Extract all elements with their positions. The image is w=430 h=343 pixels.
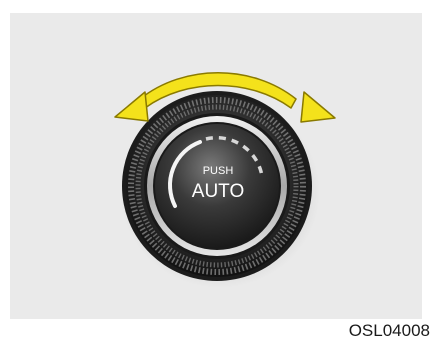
push-label: PUSH — [203, 165, 234, 177]
figure-code: OSL04008 — [348, 321, 430, 340]
figure-canvas: PUSH AUTO OSL04008 — [0, 0, 430, 343]
climate-control-knob-illustration: PUSH AUTO — [114, 72, 336, 288]
auto-label: AUTO — [192, 181, 244, 202]
